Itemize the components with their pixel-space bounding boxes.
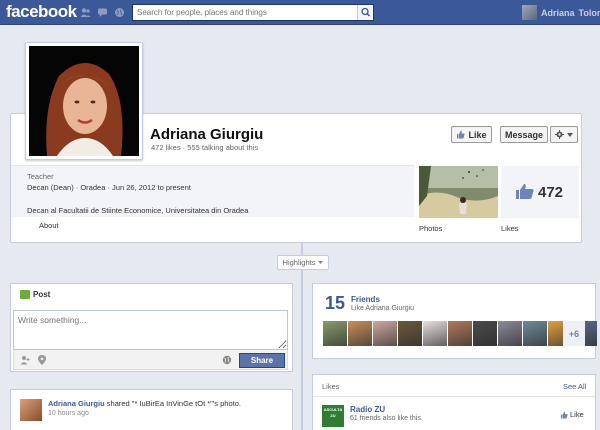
story-action: shared "* IuBirEa InVinGe tOt *"'s photo… xyxy=(106,399,241,408)
messages-icon[interactable] xyxy=(97,7,108,18)
gear-icon xyxy=(555,130,564,139)
job-line: Decan (Dean) · Oradea · Jun 26, 2012 to … xyxy=(27,183,191,192)
friend-thumbnail[interactable] xyxy=(398,321,422,346)
story-author-link[interactable]: Adriana Giurgiu xyxy=(48,399,105,408)
friend-thumbnail[interactable] xyxy=(473,321,497,346)
post-text-input[interactable] xyxy=(13,310,288,350)
chevron-down-icon xyxy=(318,261,324,264)
top-navigation-bar: facebook Adriana Tolom xyxy=(0,0,600,25)
radio-zu-logo[interactable]: ASCULTA ZU xyxy=(322,405,344,427)
profile-photo xyxy=(29,46,139,156)
friend-thumbnail[interactable] xyxy=(323,321,347,346)
divider xyxy=(313,396,595,397)
user-name-suffix: Tolom xyxy=(578,7,600,18)
job-detail: Decan al Facultatii de Stiinte Economice… xyxy=(27,206,249,215)
likes-thumbs-up-icon xyxy=(516,183,534,199)
chevron-down-icon xyxy=(567,132,573,137)
likes-section-title: Likes xyxy=(322,382,340,391)
privacy-globe-icon[interactable] xyxy=(222,355,232,365)
user-name: Adriana xyxy=(541,7,575,18)
liked-page-name[interactable]: Radio ZU xyxy=(350,405,385,414)
location-pin-icon[interactable] xyxy=(38,355,46,365)
friend-thumbnail[interactable] xyxy=(373,321,397,346)
message-button[interactable]: Message xyxy=(500,126,548,143)
timeline-spine xyxy=(301,243,303,430)
profile-category: Teacher xyxy=(27,172,54,181)
highlights-dropdown[interactable]: Highlights xyxy=(277,255,329,270)
search-box[interactable] xyxy=(132,4,374,21)
story-timestamp[interactable]: 10 hours ago xyxy=(48,410,89,417)
friend-thumbnail[interactable] xyxy=(448,321,472,346)
see-all-link[interactable]: See All xyxy=(563,382,586,391)
radio-logo-text: ASCULTA ZU xyxy=(323,407,343,418)
liked-page-like-label: Like xyxy=(570,410,584,419)
friend-thumbnail[interactable] xyxy=(348,321,372,346)
profile-picture[interactable] xyxy=(25,42,143,160)
facebook-logo[interactable]: facebook xyxy=(6,2,77,22)
settings-dropdown-button[interactable] xyxy=(550,126,578,143)
user-profile-link[interactable]: Adriana Tolom xyxy=(522,5,600,20)
user-avatar xyxy=(522,5,537,20)
friend-thumbnail[interactable] xyxy=(423,321,447,346)
post-tab-label: Post xyxy=(33,290,51,299)
photos-thumbnail-image xyxy=(419,166,498,218)
photos-tab-label[interactable]: Photos xyxy=(419,224,442,233)
friends-subtitle: Like Adriana Giurgiu xyxy=(351,305,415,312)
message-button-label: Message xyxy=(504,129,544,140)
friend-thumbnail[interactable] xyxy=(523,321,547,346)
like-button-label: Like xyxy=(468,129,487,140)
liked-page-subtitle: 61 friends also like this. xyxy=(350,415,423,422)
friend-requests-icon[interactable] xyxy=(80,7,91,18)
profile-name: Adriana Giurgiu xyxy=(150,126,264,143)
notifications-globe-icon[interactable] xyxy=(114,7,125,18)
likes-tab-label[interactable]: Likes xyxy=(501,224,519,233)
likes-count: 472 xyxy=(538,184,564,201)
friend-thumbnail[interactable] xyxy=(498,321,522,346)
thumbs-up-icon xyxy=(560,410,568,419)
more-friends-button[interactable]: +6 xyxy=(563,321,585,346)
story-author-avatar[interactable] xyxy=(20,399,42,421)
liked-page-like-button[interactable]: Like xyxy=(560,410,584,419)
friends-title[interactable]: Friends xyxy=(351,295,380,304)
friend-thumbnails xyxy=(323,321,597,346)
profile-photo-image xyxy=(29,46,139,156)
about-tab[interactable]: About xyxy=(39,221,59,230)
highlights-label: Highlights xyxy=(282,258,316,267)
profile-stats: 472 likes · 555 talking about this xyxy=(151,143,259,152)
post-icon xyxy=(20,290,30,299)
tag-friends-icon[interactable] xyxy=(20,355,30,365)
share-button[interactable]: Share xyxy=(239,353,285,368)
search-input[interactable] xyxy=(133,5,353,20)
post-tab[interactable]: Post xyxy=(20,290,50,299)
friends-count[interactable]: 15 xyxy=(325,293,345,314)
like-page-button[interactable]: Like xyxy=(451,126,492,143)
thumbs-up-icon xyxy=(457,130,466,139)
photos-tab-thumbnail[interactable] xyxy=(419,166,498,218)
search-icon xyxy=(361,7,371,17)
search-button[interactable] xyxy=(357,5,373,20)
story-text: Adriana Giurgiu shared "* IuBirEa InVinG… xyxy=(48,399,241,408)
